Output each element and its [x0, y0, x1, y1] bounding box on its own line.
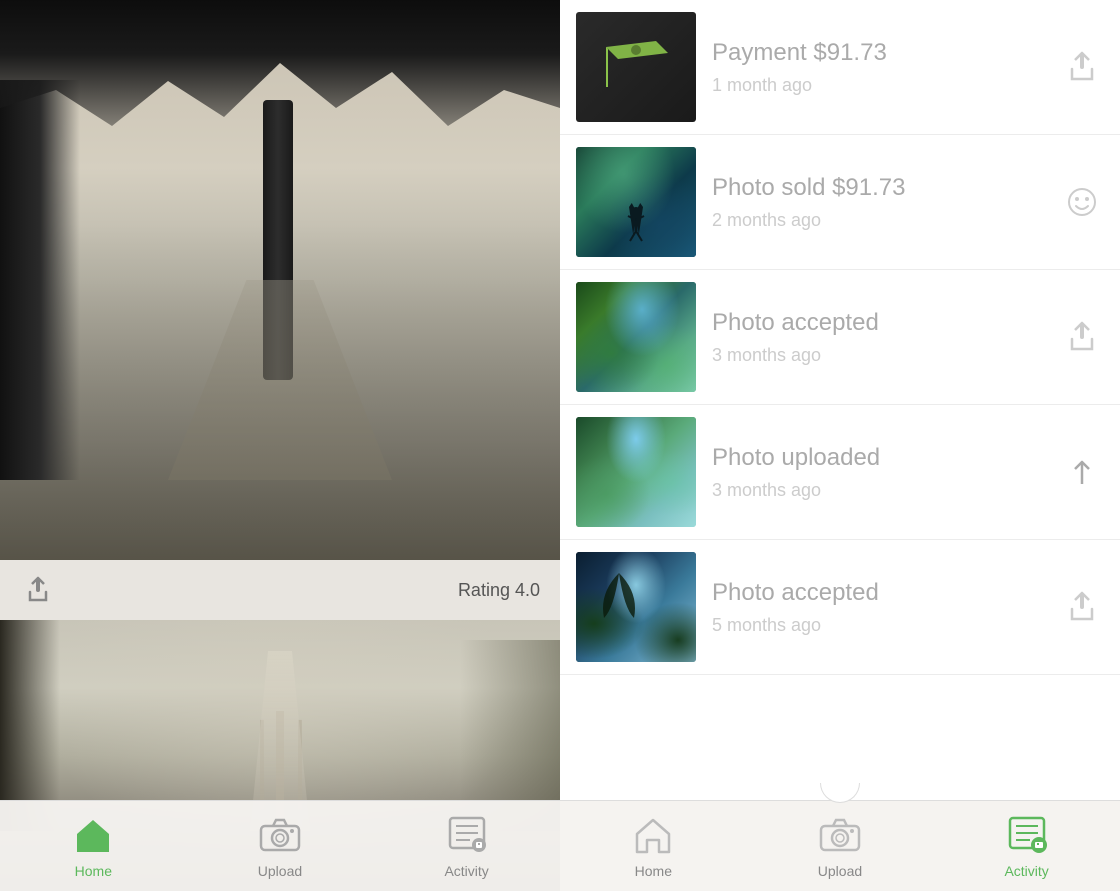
bottom-nav-right: Home Upload — [560, 800, 1120, 891]
nav-upload-left[interactable]: Upload — [188, 813, 373, 879]
uploaded-title: Photo uploaded — [712, 444, 1060, 472]
payment-info: Payment $91.73 1 month ago — [712, 31, 1060, 104]
bottom-nav-left: Home Upload — [0, 800, 560, 891]
payment-share[interactable] — [1060, 45, 1104, 89]
uploaded-upload[interactable] — [1060, 450, 1104, 494]
home-label-left: Home — [75, 863, 112, 879]
activity-item-sold[interactable]: Photo sold $91.73 2 months ago — [560, 135, 1120, 270]
activity-item-accepted1[interactable]: Photo accepted 3 months ago — [560, 270, 1120, 405]
left-panel: Rating 4.0 Home — [0, 0, 560, 891]
activity-item-accepted2[interactable]: Photo accepted 5 months ago — [560, 540, 1120, 675]
share-button[interactable] — [20, 572, 56, 608]
home-icon-left — [71, 813, 115, 857]
activity-item-payment[interactable]: Payment $91.73 1 month ago — [560, 0, 1120, 135]
payment-thumb — [576, 12, 696, 122]
nav-home-right[interactable]: Home — [561, 813, 746, 879]
activity-icon-left — [445, 813, 489, 857]
rating-bar: Rating 4.0 — [0, 560, 560, 620]
payment-time: 1 month ago — [712, 75, 1060, 96]
sold-smile[interactable] — [1060, 180, 1104, 224]
camera-icon-left — [258, 813, 302, 857]
nav-upload-right[interactable]: Upload — [748, 813, 933, 879]
accepted1-time: 3 months ago — [712, 345, 1060, 366]
activity-item-uploaded[interactable]: Photo uploaded 3 months ago — [560, 405, 1120, 540]
right-panel: Payment $91.73 1 month ago — [560, 0, 1120, 891]
sold-info: Photo sold $91.73 2 months ago — [712, 166, 1060, 239]
activity-label-left: Activity — [444, 863, 488, 879]
nav-home-left[interactable]: Home — [1, 813, 186, 879]
accepted1-share[interactable] — [1060, 315, 1104, 359]
payment-title: Payment $91.73 — [712, 39, 1060, 67]
sold-thumb — [576, 147, 696, 257]
accepted2-thumb — [576, 552, 696, 662]
nav-activity-left[interactable]: Activity — [374, 813, 559, 879]
uploaded-info: Photo uploaded 3 months ago — [712, 436, 1060, 509]
accepted2-share[interactable] — [1060, 585, 1104, 629]
accepted2-title: Photo accepted — [712, 579, 1060, 607]
activity-label-right: Activity — [1004, 863, 1048, 879]
sold-time: 2 months ago — [712, 210, 1060, 231]
activity-icon-right — [1005, 813, 1049, 857]
sold-title: Photo sold $91.73 — [712, 174, 1060, 202]
home-label-right: Home — [635, 863, 672, 879]
upload-label-right: Upload — [818, 863, 862, 879]
accepted2-info: Photo accepted 5 months ago — [712, 571, 1060, 644]
top-photo[interactable] — [0, 0, 560, 560]
rating-text: Rating 4.0 — [458, 580, 540, 601]
nav-activity-right[interactable]: Activity — [934, 813, 1119, 879]
activity-list: Payment $91.73 1 month ago — [560, 0, 1120, 800]
accepted1-info: Photo accepted 3 months ago — [712, 301, 1060, 374]
accepted2-time: 5 months ago — [712, 615, 1060, 636]
nav-arc — [820, 783, 860, 803]
uploaded-thumb — [576, 417, 696, 527]
camera-icon-right — [818, 813, 862, 857]
accepted1-thumb — [576, 282, 696, 392]
upload-label-left: Upload — [258, 863, 302, 879]
accepted1-title: Photo accepted — [712, 309, 1060, 337]
uploaded-time: 3 months ago — [712, 480, 1060, 501]
home-icon-right — [631, 813, 675, 857]
